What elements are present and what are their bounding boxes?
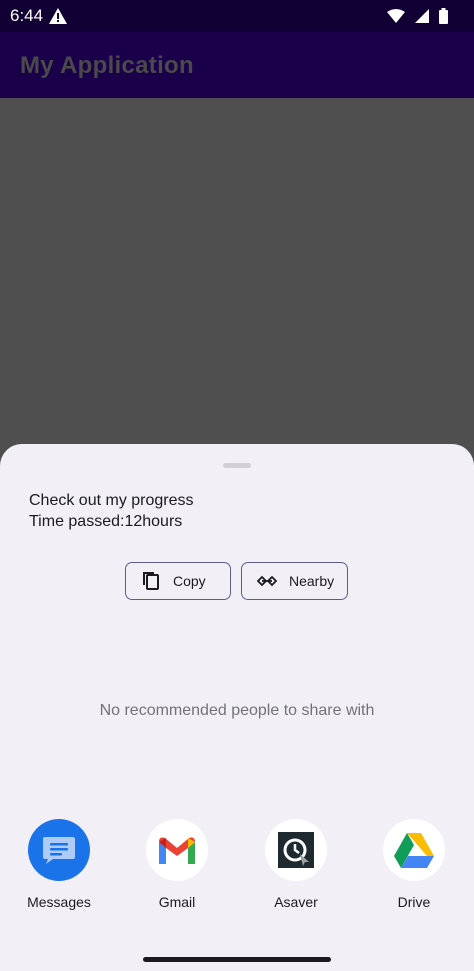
asaver-icon [265,819,327,881]
cell-signal-icon [415,9,429,23]
copy-icon [141,571,161,591]
app-title: My Application [20,52,194,79]
share-target-asaver[interactable]: Asaver [246,819,346,910]
share-target-label: Drive [397,894,431,910]
copy-button[interactable]: Copy [125,562,231,600]
drive-icon [383,819,445,881]
messages-icon [28,819,90,881]
battery-icon [439,8,448,24]
alert-icon [49,8,67,24]
share-target-label: Gmail [158,894,196,910]
gmail-icon [146,819,208,881]
share-target-gmail[interactable]: Gmail [127,819,227,910]
copy-label: Copy [173,573,206,589]
nearby-icon [257,571,277,591]
wifi-icon [387,9,405,23]
share-target-drive[interactable]: Drive [364,819,464,910]
share-sheet: Check out my progress Time passed:12hour… [0,444,474,971]
app-bar: My Application [0,32,474,98]
share-text-preview: Check out my progress Time passed:12hour… [29,490,194,532]
no-recommendations-message: No recommended people to share with [99,702,375,719]
gesture-nav-handle[interactable] [143,957,331,962]
status-bar: 6:44 [0,0,474,32]
status-icons [387,8,448,24]
share-target-messages[interactable]: Messages [9,819,109,910]
nearby-button[interactable]: Nearby [241,562,348,600]
status-time: 6:44 [10,6,44,25]
nearby-label: Nearby [289,573,335,589]
share-text-line: Time passed:12hours [29,513,183,530]
share-target-label: Asaver [274,894,318,910]
share-target-label: Messages [27,894,91,910]
share-text-line: Check out my progress [29,492,194,509]
drag-handle[interactable] [223,463,251,468]
